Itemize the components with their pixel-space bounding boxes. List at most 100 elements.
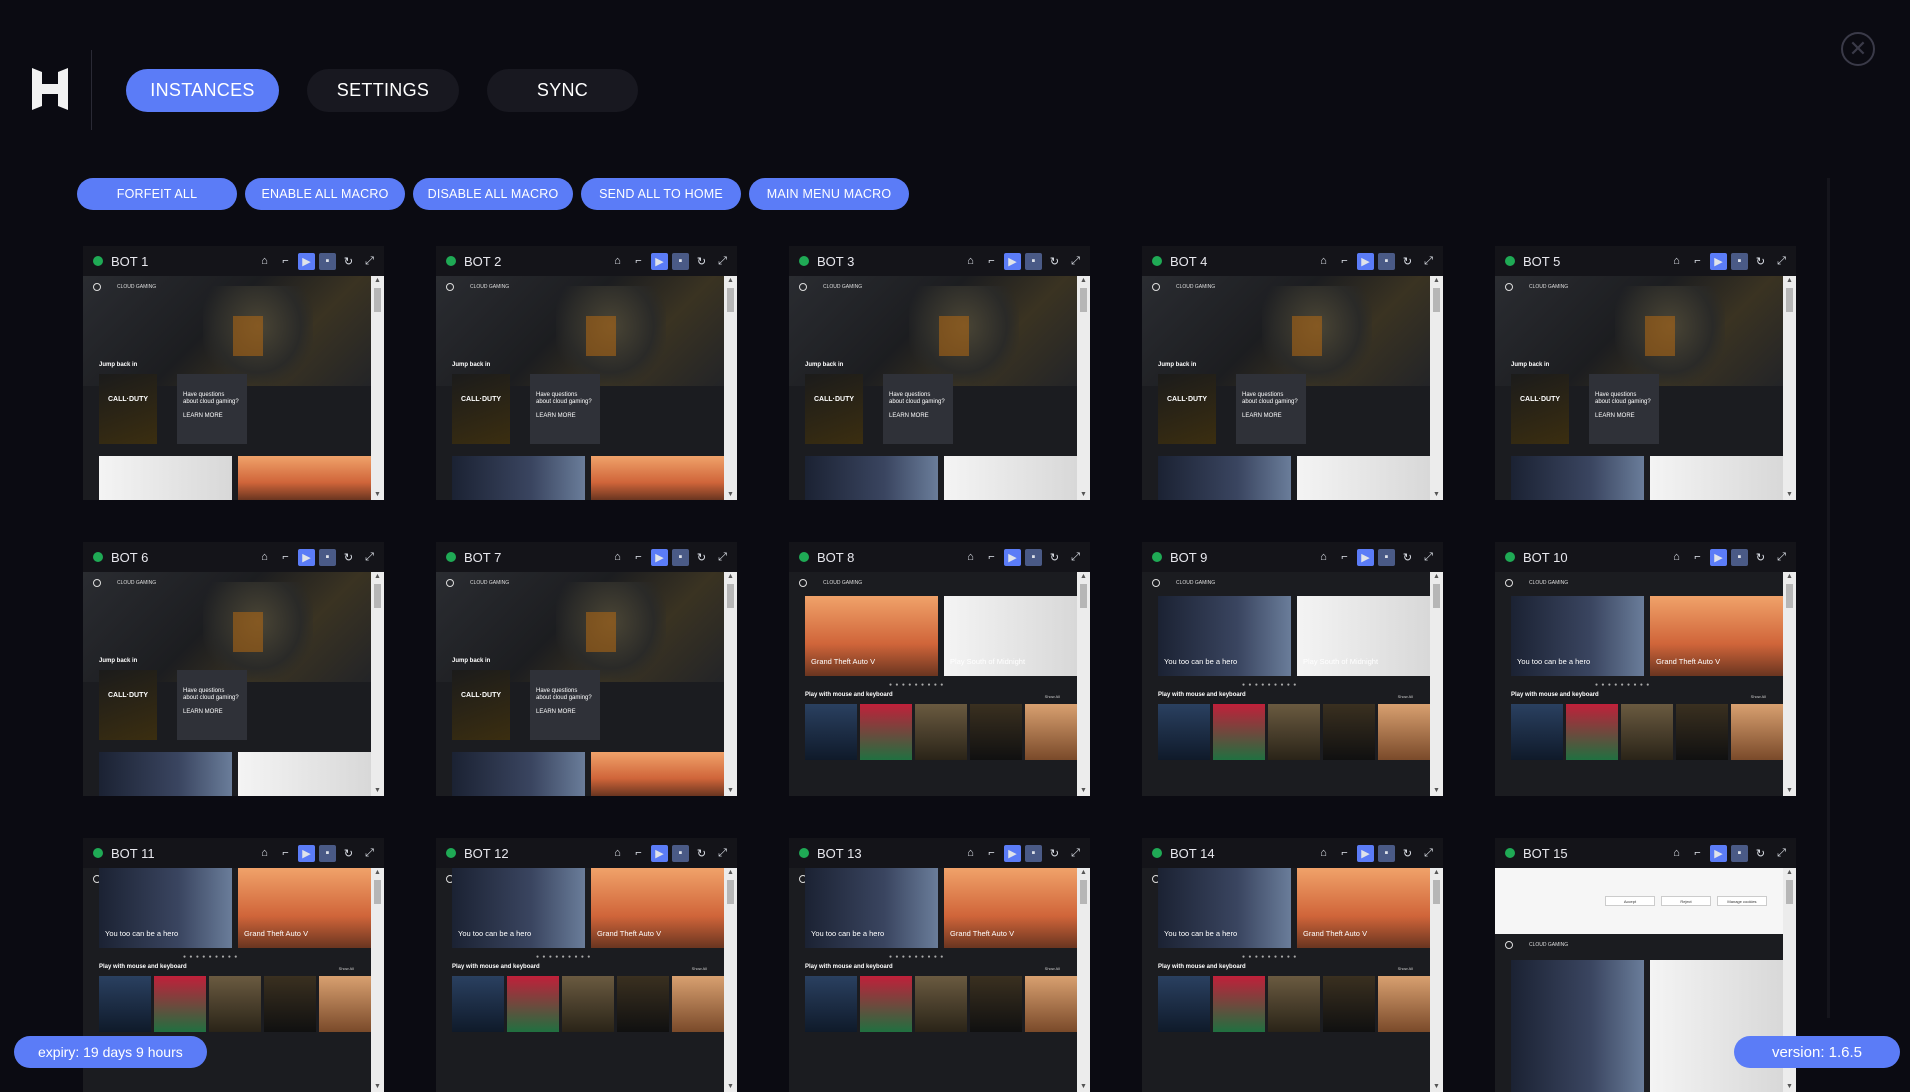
screen-scrollbar[interactable]: ▲ ▼: [371, 572, 384, 796]
screen-scrollbar[interactable]: ▲ ▼: [371, 868, 384, 1092]
game-tile[interactable]: [1650, 456, 1783, 500]
scroll-up-icon[interactable]: ▲: [1432, 573, 1441, 581]
game-tile[interactable]: CALL·DUTY: [1511, 374, 1569, 444]
featured-game[interactable]: You too can be a hero: [1158, 868, 1291, 948]
carousel-dots[interactable]: ● ● ● ● ● ● ● ● ●: [889, 954, 944, 960]
flag-icon[interactable]: ⌐: [983, 845, 1000, 862]
screen-scrollbar[interactable]: ▲ ▼: [1077, 572, 1090, 796]
bot-screen[interactable]: CLOUD GAMING Jump back in CALL·DUTY Have…: [83, 572, 384, 796]
play-icon[interactable]: ▶: [298, 844, 315, 862]
scroll-thumb[interactable]: [1433, 288, 1440, 312]
game-cover[interactable]: [562, 976, 614, 1032]
play-icon[interactable]: ▶: [1710, 844, 1727, 862]
bot-screen[interactable]: CLOUD GAMING You too can be a heroGrand …: [436, 868, 737, 1092]
game-cover[interactable]: [1621, 704, 1673, 760]
scroll-down-icon[interactable]: ▼: [726, 1083, 735, 1091]
game-cover[interactable]: [1158, 976, 1210, 1032]
refresh-icon[interactable]: ↻: [1399, 845, 1416, 862]
refresh-icon[interactable]: ↻: [1046, 845, 1063, 862]
home-icon[interactable]: ⌂: [256, 253, 273, 270]
gamepad-icon[interactable]: ▪: [1378, 252, 1395, 270]
scroll-down-icon[interactable]: ▼: [1432, 787, 1441, 795]
expand-icon[interactable]: ⤢: [1067, 845, 1084, 862]
home-icon[interactable]: ⌂: [1315, 549, 1332, 566]
expand-icon[interactable]: ⤢: [1773, 845, 1790, 862]
gamepad-icon[interactable]: ▪: [672, 548, 689, 566]
gamepad-icon[interactable]: ▪: [1731, 548, 1748, 566]
featured-game[interactable]: Grand Theft Auto V: [591, 868, 724, 948]
screen-scrollbar[interactable]: ▲ ▼: [1430, 868, 1443, 1092]
game-cover[interactable]: [1213, 976, 1265, 1032]
refresh-icon[interactable]: ↻: [340, 549, 357, 566]
expand-icon[interactable]: ⤢: [1773, 253, 1790, 270]
featured-game[interactable]: You too can be a hero: [99, 868, 232, 948]
learn-more-link[interactable]: LEARN MORE: [536, 413, 576, 419]
featured-game[interactable]: Grand Theft Auto V: [1297, 868, 1430, 948]
flag-icon[interactable]: ⌐: [1336, 845, 1353, 862]
refresh-icon[interactable]: ↻: [1752, 549, 1769, 566]
game-cover[interactable]: [1025, 976, 1077, 1032]
game-tile[interactable]: CALL·DUTY: [1158, 374, 1216, 444]
scroll-down-icon[interactable]: ▼: [1432, 491, 1441, 499]
gamepad-icon[interactable]: ▪: [1378, 844, 1395, 862]
cookie-manage-button[interactable]: Manage cookies: [1717, 896, 1767, 906]
scroll-thumb[interactable]: [1433, 584, 1440, 608]
play-icon[interactable]: ▶: [298, 548, 315, 566]
scroll-thumb[interactable]: [1433, 880, 1440, 904]
game-cover[interactable]: [154, 976, 206, 1032]
game-tile[interactable]: CALL·DUTY: [452, 374, 510, 444]
expand-icon[interactable]: ⤢: [1067, 549, 1084, 566]
flag-icon[interactable]: ⌐: [1689, 845, 1706, 862]
game-tile[interactable]: [238, 456, 371, 500]
faq-card[interactable]: Have questions about cloud gaming? LEARN …: [177, 374, 247, 444]
expand-icon[interactable]: ⤢: [361, 253, 378, 270]
scroll-down-icon[interactable]: ▼: [1079, 787, 1088, 795]
game-cover[interactable]: [1268, 704, 1320, 760]
carousel-dots[interactable]: ● ● ● ● ● ● ● ● ●: [889, 682, 944, 688]
home-icon[interactable]: ⌂: [962, 845, 979, 862]
refresh-icon[interactable]: ↻: [693, 845, 710, 862]
main-menu-macro-button[interactable]: MAIN MENU MACRO: [749, 178, 909, 210]
screen-scrollbar[interactable]: ▲ ▼: [724, 868, 737, 1092]
game-cover[interactable]: [264, 976, 316, 1032]
scroll-up-icon[interactable]: ▲: [726, 869, 735, 877]
screen-scrollbar[interactable]: ▲ ▼: [1077, 276, 1090, 500]
play-icon[interactable]: ▶: [1710, 548, 1727, 566]
faq-card[interactable]: Have questions about cloud gaming? LEARN …: [530, 670, 600, 740]
tab-instances[interactable]: INSTANCES: [126, 69, 279, 112]
learn-more-link[interactable]: LEARN MORE: [1595, 413, 1635, 419]
send-all-to-home-button[interactable]: SEND ALL TO HOME: [581, 178, 741, 210]
scroll-thumb[interactable]: [1786, 584, 1793, 608]
show-all-link[interactable]: Show All: [1398, 966, 1413, 971]
home-icon[interactable]: ⌂: [1315, 845, 1332, 862]
carousel-dots[interactable]: ● ● ● ● ● ● ● ● ●: [1595, 682, 1650, 688]
gamepad-icon[interactable]: ▪: [319, 548, 336, 566]
learn-more-link[interactable]: LEARN MORE: [183, 413, 223, 419]
featured-game[interactable]: Play South of Midnight: [1297, 596, 1430, 676]
close-icon[interactable]: ✕: [1841, 32, 1875, 66]
scroll-down-icon[interactable]: ▼: [1785, 1083, 1794, 1091]
scroll-thumb[interactable]: [1080, 288, 1087, 312]
flag-icon[interactable]: ⌐: [1336, 549, 1353, 566]
scroll-up-icon[interactable]: ▲: [373, 277, 382, 285]
game-cover[interactable]: [1323, 704, 1375, 760]
enable-all-macro-button[interactable]: ENABLE ALL MACRO: [245, 178, 405, 210]
carousel-dots[interactable]: ● ● ● ● ● ● ● ● ●: [183, 954, 238, 960]
scroll-down-icon[interactable]: ▼: [1079, 1083, 1088, 1091]
home-icon[interactable]: ⌂: [609, 845, 626, 862]
screen-scrollbar[interactable]: ▲ ▼: [371, 276, 384, 500]
bot-screen[interactable]: CLOUD GAMING You too can be a heroGrand …: [789, 868, 1090, 1092]
bot-screen[interactable]: CLOUD GAMING You too can be a heroGrand …: [1495, 572, 1796, 796]
scroll-down-icon[interactable]: ▼: [1432, 1083, 1441, 1091]
faq-card[interactable]: Have questions about cloud gaming? LEARN …: [883, 374, 953, 444]
flag-icon[interactable]: ⌐: [277, 845, 294, 862]
home-icon[interactable]: ⌂: [256, 549, 273, 566]
refresh-icon[interactable]: ↻: [1399, 253, 1416, 270]
home-icon[interactable]: ⌂: [1668, 549, 1685, 566]
game-cover[interactable]: [860, 976, 912, 1032]
flag-icon[interactable]: ⌐: [983, 253, 1000, 270]
scroll-thumb[interactable]: [727, 880, 734, 904]
faq-card[interactable]: Have questions about cloud gaming? LEARN …: [1589, 374, 1659, 444]
learn-more-link[interactable]: LEARN MORE: [183, 709, 223, 715]
scroll-down-icon[interactable]: ▼: [373, 787, 382, 795]
